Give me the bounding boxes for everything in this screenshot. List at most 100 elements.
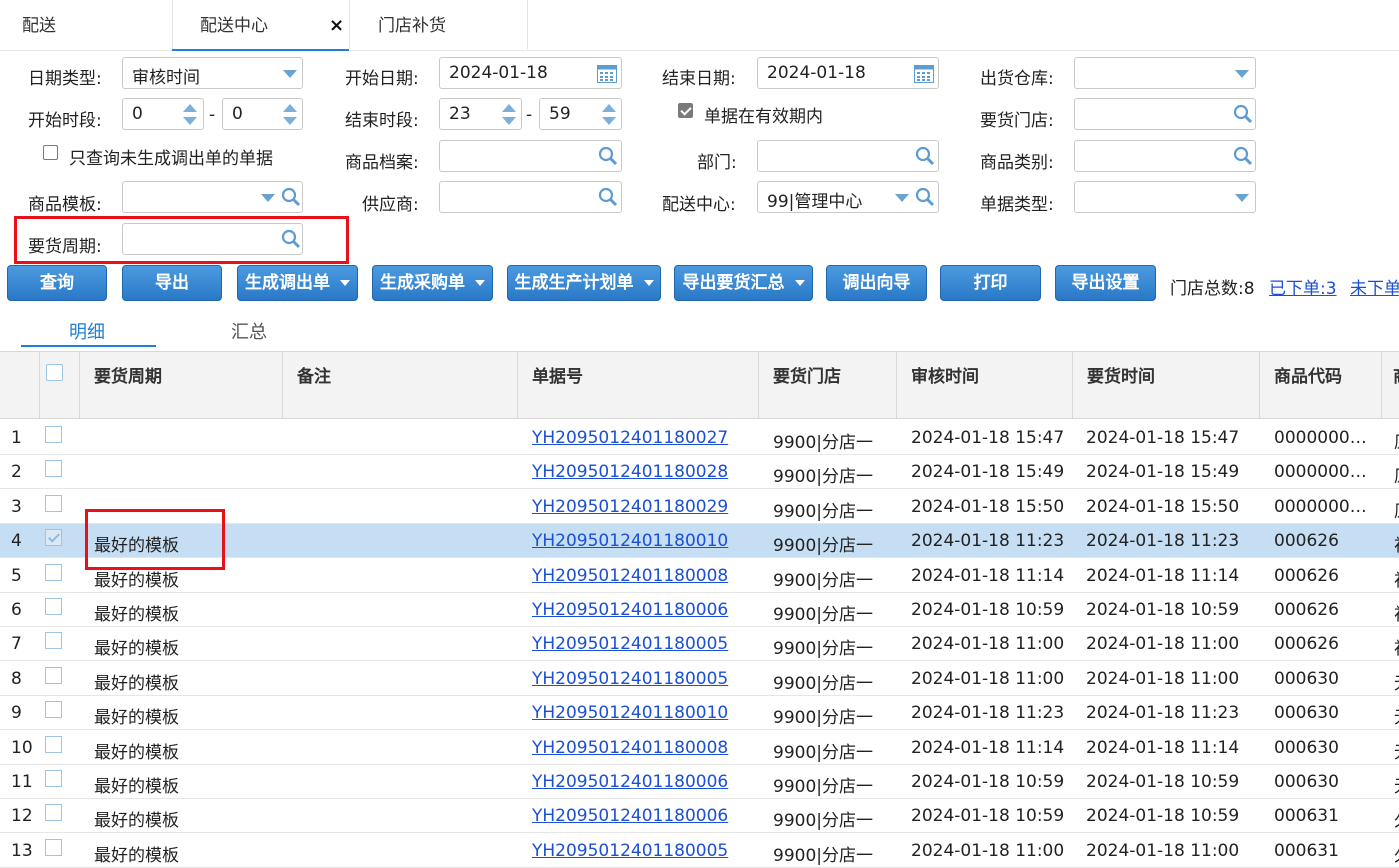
start-minute-spinner[interactable]: 0 — [222, 98, 303, 130]
doc-no-link[interactable]: YH2095012401180006 — [532, 600, 728, 620]
table-row[interactable]: 11 最好的模板 YH2095012401180006 9900|分店一 2024-01… — [0, 765, 1399, 799]
doc-no-link[interactable]: YH2095012401180005 — [532, 841, 728, 861]
spin-up-icon[interactable] — [183, 104, 197, 112]
doc-no-link[interactable]: YH2095012401180010 — [532, 703, 728, 723]
search-icon[interactable] — [598, 187, 618, 207]
tab-delivery[interactable]: 配送 — [22, 0, 56, 49]
template-select[interactable] — [122, 181, 303, 213]
row-checkbox[interactable] — [45, 701, 62, 719]
row-checkbox[interactable] — [45, 666, 62, 684]
table-row[interactable]: 10 最好的模板 YH2095012401180008 9900|分店一 2024-01… — [0, 731, 1399, 765]
end-hour-spinner[interactable]: 23 — [439, 98, 522, 130]
header-product-name[interactable]: 商 — [1393, 362, 1399, 387]
dc-select[interactable]: 99|管理中心 — [757, 181, 939, 213]
search-icon[interactable] — [1233, 146, 1253, 166]
table-row[interactable]: 7 最好的模板 YH2095012401180005 9900|分店一 2024-01-… — [0, 627, 1399, 662]
spin-down-icon[interactable] — [502, 117, 516, 125]
header-request-time[interactable]: 要货时间 — [1087, 362, 1155, 387]
row-checkbox[interactable] — [45, 529, 62, 547]
table-row[interactable]: 8 最好的模板 YH2095012401180005 9900|分店一 2024-01-… — [0, 662, 1399, 696]
warehouse-select[interactable] — [1074, 57, 1256, 89]
header-remark[interactable]: 备注 — [297, 362, 331, 387]
spin-up-icon[interactable] — [283, 104, 297, 112]
spin-up-icon[interactable] — [602, 104, 616, 112]
table-row[interactable]: 2 YH2095012401180028 9900|分店一 2024-01-18 15… — [0, 455, 1399, 490]
table-row[interactable]: 6 最好的模板 YH2095012401180006 9900|分店一 2024-01-… — [0, 593, 1399, 627]
tab-store-replenish[interactable]: 门店补货 — [378, 0, 446, 49]
doc-no-link[interactable]: YH2095012401180006 — [532, 772, 728, 792]
table-row[interactable]: 13 最好的模板 YH2095012401180005 9900|分店一 2024-01… — [0, 834, 1399, 868]
spin-down-icon[interactable] — [283, 117, 297, 125]
doc-no-link[interactable]: YH2095012401180006 — [532, 806, 728, 826]
doc-no-link[interactable]: YH2095012401180008 — [532, 566, 728, 586]
end-date-input[interactable]: 2024-01-18 — [757, 57, 939, 89]
valid-period-checkbox[interactable] — [678, 103, 693, 118]
header-cycle[interactable]: 要货周期 — [94, 362, 162, 387]
query-button[interactable]: 查询 — [7, 265, 107, 301]
row-checkbox[interactable] — [45, 804, 62, 822]
header-product-code[interactable]: 商品代码 — [1274, 362, 1342, 387]
transfer-wizard-button[interactable]: 调出向导 — [826, 265, 927, 301]
product-file-input[interactable] — [439, 140, 622, 172]
calendar-icon[interactable] — [914, 65, 934, 83]
gen-transfer-button[interactable]: 生成调出单 — [237, 265, 358, 301]
store-search-input[interactable] — [1074, 98, 1256, 130]
table-row[interactable]: 1 YH2095012401180027 9900|分店一 2024-01-18 15… — [0, 421, 1399, 455]
header-audit-time[interactable]: 审核时间 — [911, 362, 979, 387]
dept-input[interactable] — [757, 140, 939, 172]
export-button[interactable]: 导出 — [122, 265, 222, 301]
tab-summary[interactable]: 汇总 — [231, 318, 267, 344]
doc-no-link[interactable]: YH2095012401180008 — [532, 738, 728, 758]
row-checkbox[interactable] — [45, 598, 62, 615]
doc-type-select[interactable] — [1074, 181, 1256, 213]
spin-down-icon[interactable] — [183, 117, 197, 125]
gen-purchase-button[interactable]: 生成采购单 — [372, 265, 493, 301]
export-summary-button[interactable]: 导出要货汇总 — [674, 265, 813, 301]
chevron-down-icon[interactable] — [261, 194, 275, 202]
search-icon[interactable] — [281, 187, 301, 207]
header-store[interactable]: 要货门店 — [773, 362, 841, 387]
only-unbuilt-checkbox[interactable] — [43, 145, 58, 160]
start-hour-spinner[interactable]: 0 — [122, 98, 204, 130]
search-icon[interactable] — [1233, 104, 1253, 124]
chevron-down-icon[interactable] — [895, 194, 909, 202]
doc-no-link[interactable]: YH2095012401180028 — [532, 462, 728, 482]
search-icon[interactable] — [915, 187, 935, 207]
supplier-input[interactable] — [439, 181, 622, 213]
search-icon[interactable] — [915, 146, 935, 166]
tab-detail[interactable]: 明细 — [69, 318, 105, 344]
doc-no-link[interactable]: YH2095012401180027 — [532, 428, 728, 448]
date-type-select[interactable]: 审核时间 — [122, 57, 303, 89]
product-name-cell: 初 — [1394, 531, 1399, 556]
spin-up-icon[interactable] — [502, 104, 516, 112]
end-minute-spinner[interactable]: 59 — [539, 98, 622, 130]
row-checkbox[interactable] — [45, 460, 62, 478]
doc-no-link[interactable]: YH2095012401180005 — [532, 669, 728, 689]
header-doc-no[interactable]: 单据号 — [532, 362, 583, 387]
search-icon[interactable] — [598, 146, 618, 166]
select-all-checkbox[interactable] — [46, 364, 63, 381]
tab-distribution-center[interactable]: 配送中心 × — [172, 0, 349, 51]
start-date-input[interactable]: 2024-01-18 — [439, 57, 622, 89]
gen-plan-button[interactable]: 生成生产计划单 — [507, 265, 661, 301]
doc-no-link[interactable]: YH2095012401180010 — [532, 531, 728, 551]
table-row[interactable]: 9 最好的模板 YH2095012401180010 9900|分店一 2024-01-… — [0, 696, 1399, 731]
row-checkbox[interactable] — [45, 735, 62, 753]
ordered-link[interactable]: 已下单:3 — [1269, 274, 1337, 299]
close-icon[interactable]: × — [329, 0, 344, 52]
not-ordered-link[interactable]: 未下单 — [1350, 274, 1399, 299]
table-row[interactable]: 12 最好的模板 YH2095012401180006 9900|分店一 2024-01… — [0, 799, 1399, 834]
doc-no-link[interactable]: YH2095012401180029 — [532, 497, 728, 517]
export-settings-button[interactable]: 导出设置 — [1055, 265, 1156, 301]
row-checkbox[interactable] — [45, 563, 62, 581]
spin-down-icon[interactable] — [602, 117, 616, 125]
doc-no-link[interactable]: YH2095012401180005 — [532, 634, 728, 654]
row-checkbox[interactable] — [45, 426, 62, 443]
row-checkbox[interactable] — [45, 632, 62, 650]
category-input[interactable] — [1074, 140, 1256, 172]
row-checkbox[interactable] — [45, 494, 62, 512]
row-checkbox[interactable] — [45, 838, 62, 856]
row-checkbox[interactable] — [45, 770, 62, 787]
print-button[interactable]: 打印 — [940, 265, 1041, 301]
calendar-icon[interactable] — [597, 65, 617, 83]
